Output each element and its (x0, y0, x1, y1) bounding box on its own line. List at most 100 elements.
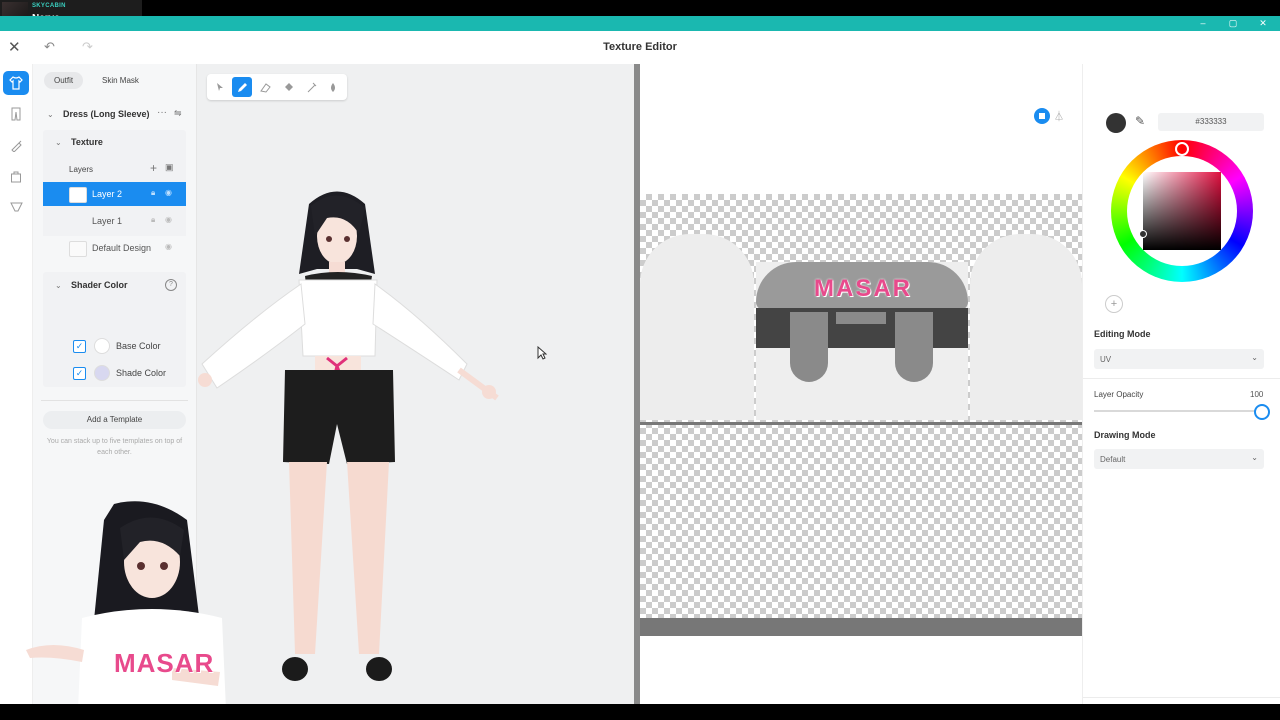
hex-input[interactable]: #333333 (1158, 113, 1264, 131)
base-color-swatch[interactable] (94, 338, 110, 354)
uv-logo-text: MASAR (814, 275, 912, 302)
sleeve-panel-right (970, 234, 1082, 420)
layer-thumbnail (69, 187, 87, 203)
visibility-icon[interactable]: ◉ (165, 215, 172, 224)
add-layer-icon[interactable]: + (150, 161, 157, 175)
grid-icon (1039, 113, 1045, 119)
texture-collapse-icon[interactable]: ⌄ (55, 138, 62, 147)
editing-mode-label: Editing Mode (1094, 329, 1151, 339)
drawing-mode-value: Default (1100, 455, 1126, 464)
item-name: Dress (Long Sleeve) (63, 109, 150, 119)
layer-opacity-value: 100 (1250, 390, 1264, 399)
opacity-slider-track[interactable] (1094, 410, 1261, 412)
droplet-icon (331, 82, 335, 92)
chevron-down-icon: ⌄ (1251, 453, 1258, 462)
color-panel: ✎ #333333 + Editing Mode UV ⌄ Layer Opac… (1082, 64, 1280, 704)
uv-texture-canvas[interactable]: ⏃ MASAR (640, 64, 1082, 704)
settings-sliders-icon[interactable]: ⇋ (174, 108, 182, 119)
lock-icon[interactable]: 🔒︎ (151, 188, 155, 198)
base-color-label: Base Color (116, 341, 161, 351)
color-handle[interactable] (1139, 230, 1147, 238)
layer-row-default[interactable]: Default Design ◉ (43, 236, 186, 260)
blur-tool[interactable] (323, 77, 343, 97)
mouse-cursor-icon (537, 346, 547, 360)
cursor-icon (217, 83, 223, 91)
fill-tool[interactable] (278, 77, 298, 97)
add-template-button[interactable]: Add a Template (43, 411, 186, 429)
texture-title: Texture (71, 137, 103, 147)
current-color-swatch[interactable] (1106, 113, 1126, 133)
shader-title: Shader Color (71, 280, 128, 290)
brush-icon (10, 140, 22, 152)
divider (41, 400, 188, 401)
chevron-down-icon[interactable]: ⌄ (47, 110, 54, 119)
layer-opacity-label: Layer Opacity (1094, 390, 1144, 399)
window-titlebar: – ▢ ✕ (0, 16, 1280, 31)
add-swatch-icon[interactable]: + (1105, 295, 1123, 313)
bottom-bar (0, 704, 1280, 720)
shade-color-checkbox[interactable]: ✓ (73, 367, 86, 380)
pants-category-button[interactable] (3, 102, 29, 126)
accessory-category-button[interactable] (3, 133, 29, 157)
layer-row-1[interactable]: Layer 1 🔒︎ ◉ (43, 209, 186, 233)
bucket-icon (284, 82, 293, 91)
shade-color-swatch[interactable] (94, 365, 110, 381)
strap-left (790, 312, 828, 382)
outfit-category-button[interactable] (3, 71, 29, 95)
shader-collapse-icon[interactable]: ⌄ (55, 281, 62, 290)
drawing-mode-label: Drawing Mode (1094, 430, 1156, 440)
underwear-category-button[interactable] (3, 195, 29, 219)
page-title: Texture Editor (603, 41, 677, 53)
eraser-tool[interactable] (255, 77, 275, 97)
base-color-checkbox[interactable]: ✓ (73, 340, 86, 353)
layer-name: Default Design (92, 243, 152, 253)
drawing-mode-select[interactable]: Default ⌄ (1094, 449, 1264, 469)
tab-outfit[interactable]: Outfit (44, 72, 84, 89)
layer-thumbnail (69, 241, 87, 257)
lock-icon[interactable]: 🔒︎ (151, 215, 155, 225)
bag-icon (11, 171, 21, 182)
underwear-icon (9, 202, 23, 212)
template-note: You can stack up to five templates on to… (46, 438, 183, 456)
saturation-square[interactable] (1143, 172, 1221, 250)
opacity-slider-handle[interactable] (1254, 404, 1270, 420)
minimize-button[interactable]: – (1188, 16, 1218, 31)
mid-band (836, 312, 886, 324)
chevron-down-icon: ⌄ (1251, 353, 1258, 362)
editor-header: ✕ ↶ ↷ Texture Editor (0, 31, 1280, 65)
more-icon[interactable]: ··· (157, 107, 167, 118)
avatar-shirt-logo: MASAR (114, 648, 215, 678)
strap-right (895, 312, 933, 382)
divider (1083, 378, 1280, 379)
avatar-model (198, 191, 499, 681)
layer-name: Layer 2 (92, 189, 123, 199)
seam-line (640, 422, 1082, 425)
eyedropper-icon[interactable]: ✎ (1135, 114, 1145, 128)
visibility-icon[interactable]: ◉ (165, 188, 172, 197)
mirror-icon[interactable]: ⏃ (1054, 108, 1064, 123)
bag-category-button[interactable] (3, 164, 29, 188)
shade-color-label: Shade Color (116, 368, 167, 378)
select-tool[interactable] (210, 77, 230, 97)
channel-label: SKYCABIN (32, 3, 66, 9)
3d-viewport[interactable] (197, 64, 634, 704)
tab-skin-mask[interactable]: Skin Mask (92, 72, 149, 89)
visibility-icon[interactable]: ◉ (165, 242, 172, 251)
bottom-band (640, 618, 1082, 636)
maximize-button[interactable]: ▢ (1218, 16, 1248, 31)
editing-mode-value: UV (1100, 355, 1112, 364)
window-close-button[interactable]: ✕ (1248, 16, 1278, 31)
hue-ring[interactable] (1111, 140, 1253, 282)
shirt-icon (9, 76, 23, 90)
add-image-icon[interactable]: ▣ (165, 162, 174, 173)
sleeve-panel-left (640, 234, 754, 420)
pen-icon (237, 82, 247, 92)
layer-row-2[interactable]: Layer 2 🔒︎ ◉ (43, 182, 186, 206)
stamp-tool[interactable] (301, 77, 321, 97)
editing-mode-select[interactable]: UV ⌄ (1094, 349, 1264, 369)
eraser-icon (259, 82, 271, 93)
uv-view-toggle[interactable] (1034, 108, 1050, 124)
hue-handle[interactable] (1175, 142, 1189, 156)
pen-tool[interactable] (232, 77, 252, 97)
help-icon[interactable]: ? (165, 279, 177, 291)
